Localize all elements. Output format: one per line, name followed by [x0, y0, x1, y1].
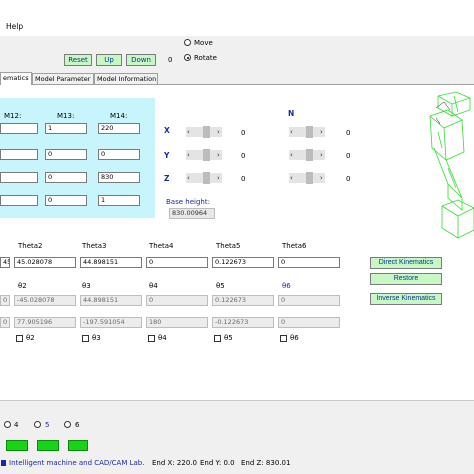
result1-theta5: 0.122673 [212, 295, 274, 306]
x-axis-label: X [164, 126, 170, 135]
move-label: Move [194, 39, 213, 47]
robot-wireframe-view[interactable] [418, 88, 474, 248]
base-height-value: 830.00964 [169, 208, 215, 219]
status-lab: Intelligent machine and CAD/CAM Lab. [9, 459, 145, 467]
m12-label: M12: [4, 112, 22, 120]
result2-theta6: 0 [278, 317, 340, 328]
down-button[interactable]: Down [126, 54, 156, 66]
theta3-field[interactable]: 44.898151 [80, 257, 142, 268]
theta3-result-header: θ3 [82, 282, 91, 290]
m14-field-row4[interactable]: 1 [98, 195, 140, 206]
theta1-field[interactable]: 45 [0, 257, 10, 268]
result2-theta4: 180 [146, 317, 208, 328]
m14-field-row1[interactable]: 220 [98, 123, 140, 134]
theta6-header: Theta6 [282, 242, 307, 250]
menu-help[interactable]: Help [6, 22, 23, 31]
right-slider-3-value: 0 [346, 175, 351, 183]
status-indicator-2 [37, 440, 59, 451]
rotate-label: Rotate [194, 54, 217, 62]
theta5-header: Theta5 [216, 242, 241, 250]
result2-theta1: 0 [0, 317, 10, 328]
status-indicator-3 [68, 440, 88, 451]
theta2-result-header: θ2 [18, 282, 27, 290]
result1-theta1: 0 [0, 295, 10, 306]
theta6-result-header: θ6 [282, 282, 291, 290]
theta4-checkbox-label: θ4 [158, 334, 167, 342]
z-axis-label: Z [164, 174, 170, 183]
result1-theta6: 0 [278, 295, 340, 306]
direct-kinematics-button[interactable]: Direct Kinematics [370, 257, 442, 269]
lab-icon [1, 460, 6, 466]
menu-bar [0, 0, 474, 36]
move-radio[interactable] [184, 39, 191, 46]
status-end-x: End X: 220.0 [152, 459, 197, 467]
result1-theta3: 44.898151 [80, 295, 142, 306]
theta2-header: Theta2 [18, 242, 43, 250]
m13-field-row3[interactable]: 0 [45, 172, 87, 183]
result2-theta5: -0.122673 [212, 317, 274, 328]
status-end-z: End Z: 830.01 [241, 459, 291, 467]
base-height-label: Base height: [166, 198, 210, 206]
tab-kinematics[interactable]: ematics [0, 72, 32, 85]
status-end-y: End Y: 0.0 [200, 459, 235, 467]
n-axis-label: N [288, 109, 295, 118]
m13-field-row2[interactable]: 0 [45, 149, 87, 160]
up-button[interactable]: Up [96, 54, 122, 66]
theta6-checkbox[interactable] [280, 335, 287, 342]
result1-theta2: -45.028078 [14, 295, 76, 306]
radio-6-label: 6 [75, 421, 80, 429]
theta4-field[interactable]: 0 [146, 257, 208, 268]
theta4-result-header: θ4 [149, 282, 158, 290]
restore-button[interactable]: Restore [370, 273, 442, 285]
reset-button[interactable]: Reset [64, 54, 92, 66]
result1-theta4: 0 [146, 295, 208, 306]
right-slider-1-value: 0 [346, 129, 351, 137]
m13-field-row1[interactable]: 1 [45, 123, 87, 134]
m13-field-row4[interactable]: 0 [45, 195, 87, 206]
right-slider-2-value: 0 [346, 152, 351, 160]
z-slider-value: 0 [241, 175, 246, 183]
theta2-checkbox[interactable] [16, 335, 23, 342]
result2-theta2: 77.905196 [14, 317, 76, 328]
theta3-checkbox-label: θ3 [92, 334, 101, 342]
m12-field-row3[interactable] [0, 172, 38, 183]
theta4-checkbox[interactable] [148, 335, 155, 342]
rotate-radio[interactable] [184, 54, 191, 61]
m12-field-row2[interactable] [0, 149, 38, 160]
m14-field-row2[interactable]: 0 [98, 149, 140, 160]
m13-label: M13: [57, 112, 75, 120]
theta5-checkbox[interactable] [214, 335, 221, 342]
radio-6[interactable] [64, 421, 71, 428]
theta3-checkbox[interactable] [82, 335, 89, 342]
m14-field-row3[interactable]: 830 [98, 172, 140, 183]
toolbar-counter: 0 [168, 56, 173, 64]
radio-4[interactable] [4, 421, 11, 428]
theta3-header: Theta3 [82, 242, 107, 250]
radio-5[interactable] [34, 421, 41, 428]
m12-field-row4[interactable] [0, 195, 38, 206]
theta6-checkbox-label: θ6 [290, 334, 299, 342]
x-slider-value: 0 [241, 129, 246, 137]
status-indicator-1 [6, 440, 28, 451]
radio-4-label: 4 [14, 421, 19, 429]
result2-theta3: -197.591054 [80, 317, 142, 328]
theta4-header: Theta4 [149, 242, 174, 250]
theta2-checkbox-label: θ2 [26, 334, 35, 342]
theta5-checkbox-label: θ5 [224, 334, 233, 342]
theta5-result-header: θ5 [216, 282, 225, 290]
y-slider-value: 0 [241, 152, 246, 160]
y-axis-label: Y [164, 151, 170, 160]
theta5-field[interactable]: 0.122673 [212, 257, 274, 268]
theta6-field[interactable]: 0 [278, 257, 340, 268]
m14-label: M14: [110, 112, 128, 120]
theta2-field[interactable]: 45.028078 [14, 257, 76, 268]
m12-field-row1[interactable] [0, 123, 38, 134]
radio-5-label: 5 [45, 421, 50, 429]
inverse-kinematics-button[interactable]: Inverse Kinematics [370, 293, 442, 305]
